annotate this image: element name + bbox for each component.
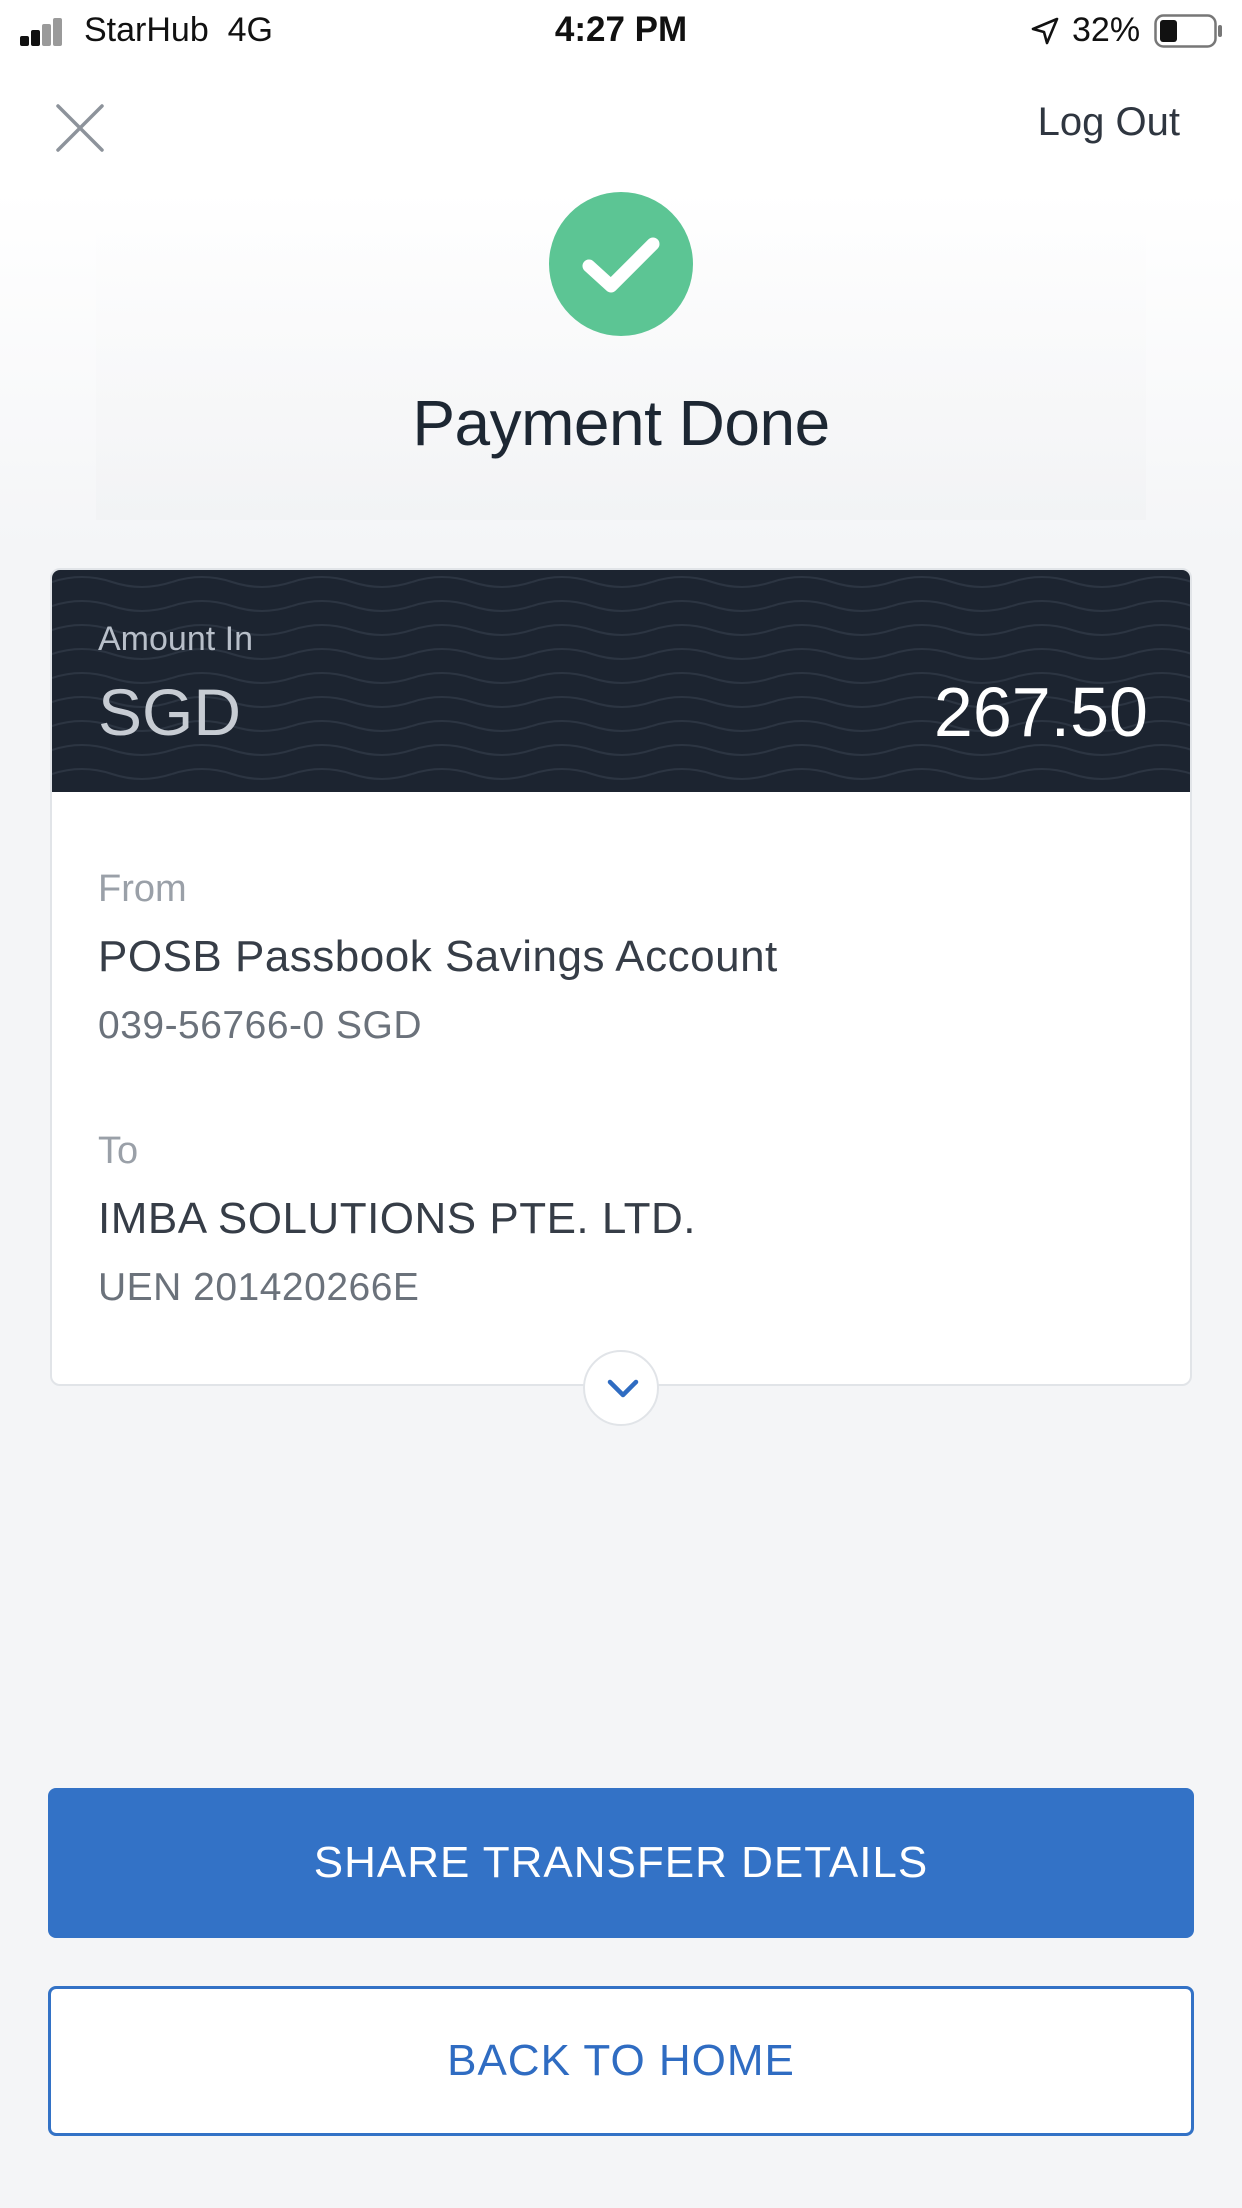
to-recipient-uen: UEN 201420266E (98, 1266, 420, 1309)
currency-code: SGD (98, 675, 242, 749)
share-transfer-details-button[interactable]: SHARE TRANSFER DETAILS (48, 1788, 1194, 1938)
from-label: From (98, 868, 187, 910)
location-arrow-icon (1031, 17, 1059, 45)
to-label: To (98, 1130, 139, 1172)
to-recipient-name: IMBA SOLUTIONS PTE. LTD. (98, 1194, 696, 1243)
amount-label: Amount In (98, 620, 253, 658)
from-account-number: 039-56766-0 SGD (98, 1004, 423, 1047)
payment-done-screen: StarHub 4G 4:27 PM 32% Log Out Payment D… (0, 0, 1242, 2208)
amount-value: 267.50 (933, 673, 1148, 751)
amount-banner: Amount In SGD 267.50 (52, 570, 1190, 792)
from-account-name: POSB Passbook Savings Account (98, 932, 778, 981)
battery-percent: 32% (1072, 11, 1141, 49)
expand-details-button[interactable] (583, 1350, 659, 1426)
checkmark-icon (549, 192, 693, 336)
status-bar: StarHub 4G 4:27 PM 32% (0, 0, 1242, 62)
top-nav: Log Out (0, 62, 1242, 192)
chevron-down-icon (607, 1379, 639, 1398)
page-title: Payment Done (412, 387, 830, 459)
back-to-home-button[interactable]: BACK TO HOME (48, 1986, 1194, 2136)
logout-button[interactable]: Log Out (1038, 100, 1180, 145)
close-icon[interactable] (52, 100, 108, 156)
success-hero: Payment Done (0, 190, 1242, 550)
battery-icon (1154, 14, 1222, 48)
transfer-summary-card: Amount In SGD 267.50 From POSB Passbook … (50, 568, 1192, 1386)
